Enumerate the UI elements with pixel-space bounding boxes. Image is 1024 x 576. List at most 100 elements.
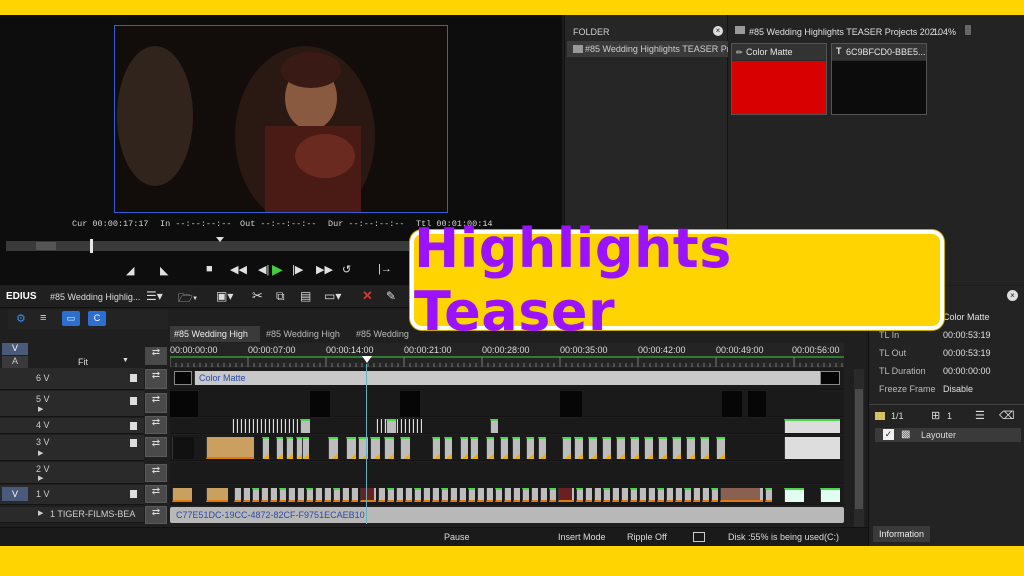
- status-insert-mode[interactable]: Insert Mode: [558, 532, 606, 542]
- clip[interactable]: [310, 391, 330, 417]
- clip[interactable]: [170, 391, 198, 417]
- clip[interactable]: [408, 419, 410, 433]
- rewind-icon[interactable]: ◀◀: [230, 263, 247, 276]
- snap-icon[interactable]: C: [88, 311, 106, 326]
- track-toggle-icon[interactable]: [130, 397, 137, 405]
- insert-to-timeline-icon[interactable]: |→: [378, 263, 392, 275]
- clip[interactable]: [405, 488, 412, 502]
- save-icon[interactable]: ▣▾: [216, 289, 233, 303]
- color-matte-clip[interactable]: Color Matte: [194, 371, 840, 385]
- clip[interactable]: [531, 488, 538, 502]
- clip[interactable]: [702, 488, 709, 502]
- clip[interactable]: [612, 488, 619, 502]
- clip[interactable]: [174, 371, 192, 385]
- track-height-icon[interactable]: ≡: [40, 312, 46, 324]
- clip[interactable]: [441, 488, 448, 502]
- clip[interactable]: [256, 419, 258, 433]
- clip[interactable]: [351, 488, 358, 502]
- sequence-menu-icon[interactable]: ☰▾: [146, 289, 163, 303]
- clip[interactable]: [675, 488, 682, 502]
- clip[interactable]: [272, 419, 274, 433]
- add-marker-icon[interactable]: ✎: [386, 289, 396, 303]
- track-row-1v[interactable]: [170, 485, 844, 505]
- playhead-marker[interactable]: [90, 239, 93, 253]
- clip[interactable]: [206, 437, 254, 459]
- clip[interactable]: [450, 488, 457, 502]
- clip[interactable]: [244, 419, 246, 433]
- clip[interactable]: [495, 488, 502, 502]
- clip[interactable]: [784, 437, 840, 459]
- clip[interactable]: [342, 488, 349, 502]
- track-row-4v[interactable]: [170, 418, 844, 434]
- sync-lock-icon[interactable]: ▭: [62, 311, 80, 326]
- sync-toggle-icon[interactable]: ⇄: [145, 464, 167, 482]
- expand-icon[interactable]: ▶: [38, 449, 43, 457]
- copy-icon[interactable]: ⧉: [276, 289, 285, 304]
- clip[interactable]: [400, 419, 402, 433]
- position-scrubber[interactable]: [6, 241, 416, 251]
- clip[interactable]: [576, 488, 583, 502]
- play-icon[interactable]: ▶: [272, 261, 283, 278]
- sync-toggle-icon[interactable]: ⇄: [145, 393, 167, 413]
- clip[interactable]: [630, 488, 637, 502]
- clip[interactable]: [276, 419, 278, 433]
- clip[interactable]: [260, 419, 262, 433]
- clip[interactable]: [621, 488, 628, 502]
- scrubber-thumb[interactable]: [36, 242, 56, 250]
- clip[interactable]: [416, 419, 418, 433]
- effects-icon[interactable]: ⊞: [931, 409, 940, 422]
- clip[interactable]: [297, 488, 304, 502]
- checkbox-checked[interactable]: ✓: [883, 429, 894, 440]
- loop-icon[interactable]: ↺: [342, 263, 351, 276]
- clip[interactable]: [720, 488, 760, 502]
- set-in-icon[interactable]: ◢: [126, 264, 134, 277]
- track-header-6v[interactable]: 6 V: [0, 368, 144, 390]
- set-out-icon[interactable]: ◣: [160, 264, 168, 277]
- clip[interactable]: [404, 419, 406, 433]
- clip[interactable]: [288, 488, 295, 502]
- list-icon[interactable]: ☰: [975, 409, 985, 422]
- clip[interactable]: [236, 419, 238, 433]
- close-icon[interactable]: ×: [713, 26, 723, 36]
- v-patch[interactable]: V: [2, 343, 28, 355]
- trash-icon[interactable]: ⌫: [999, 409, 1015, 422]
- clip[interactable]: [477, 488, 484, 502]
- clip[interactable]: [522, 488, 529, 502]
- clip[interactable]: [558, 488, 572, 502]
- clip[interactable]: [206, 488, 228, 502]
- timeline-playhead[interactable]: [366, 364, 367, 524]
- clip[interactable]: [513, 488, 520, 502]
- delete-icon[interactable]: ▭▾: [324, 289, 341, 303]
- step-back-icon[interactable]: ◀|: [258, 263, 269, 276]
- clip[interactable]: [333, 488, 340, 502]
- folder-item[interactable]: #85 Wedding Highlights TEASER Pr: [567, 41, 728, 57]
- clip[interactable]: [252, 419, 254, 433]
- tab-sequence-1[interactable]: #85 Wedding High: [170, 326, 260, 342]
- track-header-audio[interactable]: ▶ 1 TIGER-FILMS-BEA: [0, 507, 144, 523]
- clip[interactable]: [420, 419, 422, 433]
- clip[interactable]: [711, 488, 718, 502]
- clip[interactable]: [648, 488, 655, 502]
- clip[interactable]: [252, 488, 259, 502]
- track-header-2v[interactable]: 2 V ▶: [0, 462, 144, 484]
- clip[interactable]: [279, 488, 286, 502]
- clip[interactable]: [684, 488, 691, 502]
- clip[interactable]: [296, 419, 298, 433]
- clip[interactable]: [172, 488, 192, 502]
- clip[interactable]: [784, 488, 804, 502]
- clip[interactable]: [423, 488, 430, 502]
- zoom-slider[interactable]: [965, 25, 971, 35]
- clip[interactable]: [432, 488, 439, 502]
- clip[interactable]: [324, 488, 331, 502]
- remove-icon[interactable]: ✕: [362, 288, 373, 304]
- clip[interactable]: [268, 419, 270, 433]
- stop-icon[interactable]: ■: [206, 263, 213, 275]
- sync-toggle-icon[interactable]: ⇄: [145, 437, 167, 457]
- clip[interactable]: [560, 391, 582, 417]
- clip[interactable]: [172, 437, 194, 459]
- clip[interactable]: [820, 488, 840, 502]
- clip[interactable]: [292, 419, 294, 433]
- clip[interactable]: [396, 419, 398, 433]
- clip[interactable]: [380, 419, 382, 433]
- a-patch[interactable]: A: [2, 356, 28, 368]
